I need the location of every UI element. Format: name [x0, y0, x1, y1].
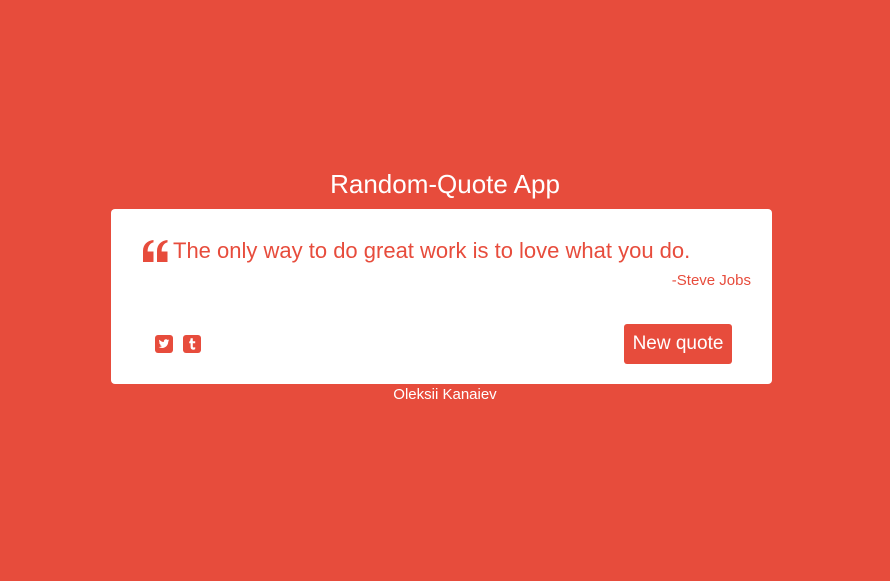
quote-line: The only way to do great work is to love…: [143, 237, 690, 265]
quote-left-icon: [143, 240, 168, 262]
footer-author: Oleksii Kanaiev: [393, 386, 497, 403]
quote-author: -Steve Jobs: [671, 272, 751, 289]
new-quote-button[interactable]: New quote: [624, 324, 732, 364]
tumblr-share-button[interactable]: [183, 335, 201, 353]
tumblr-icon: [183, 335, 201, 353]
tweet-quote-button[interactable]: [155, 335, 173, 353]
page-title: Random-Quote App: [330, 169, 560, 199]
twitter-icon: [155, 335, 173, 353]
quote-text: The only way to do great work is to love…: [173, 238, 691, 263]
quote-card: The only way to do great work is to love…: [111, 209, 772, 384]
